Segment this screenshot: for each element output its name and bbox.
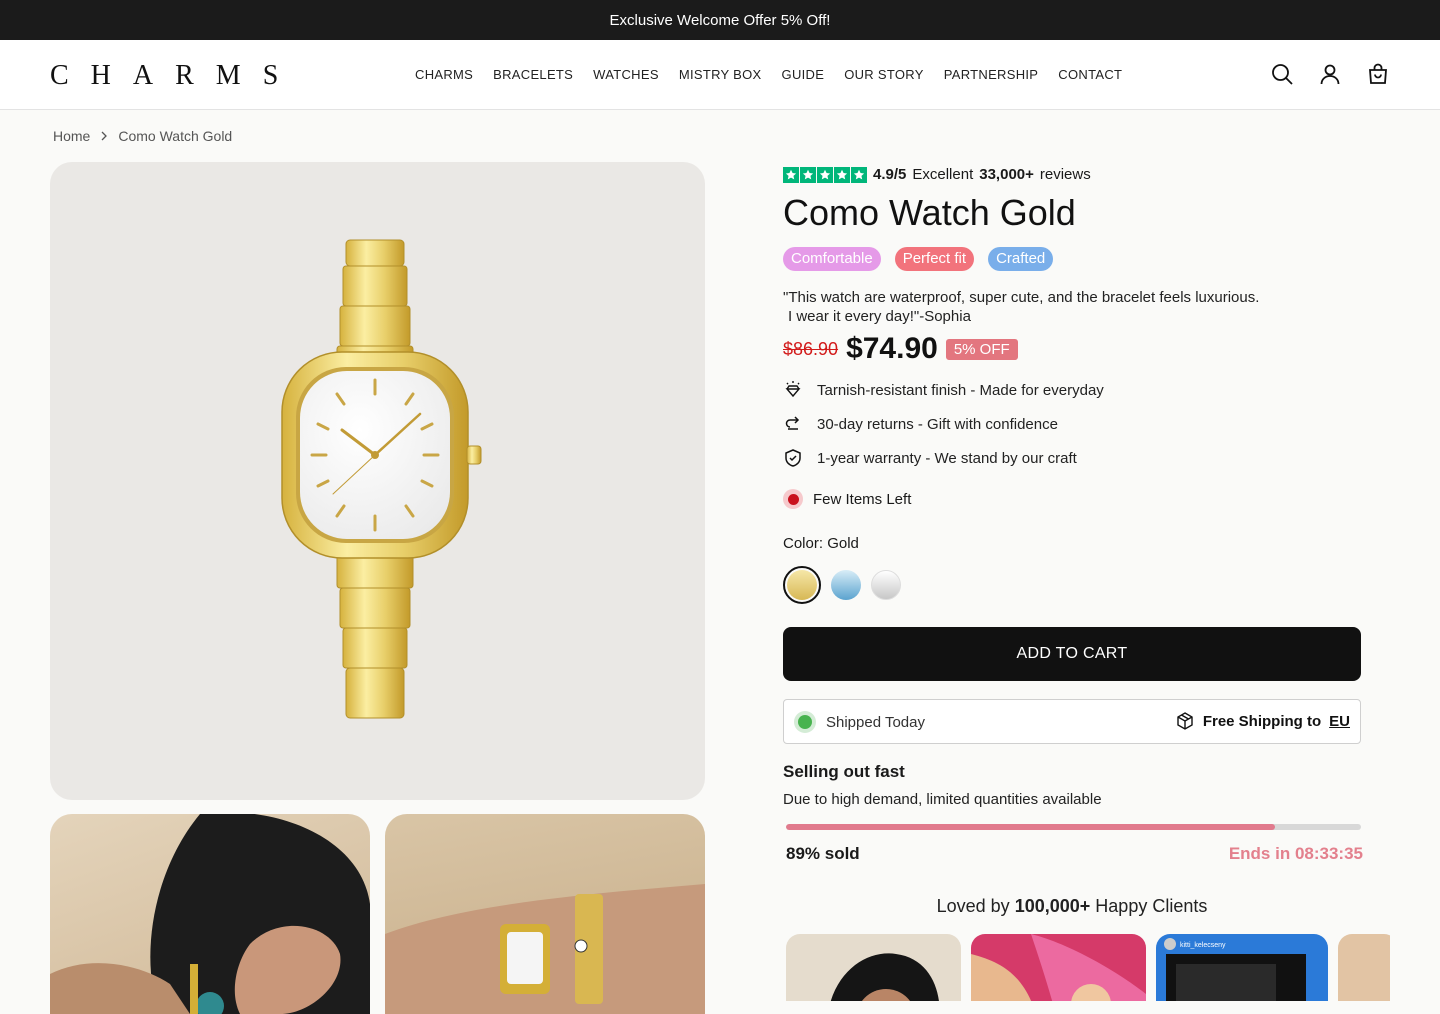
rating-label: Excellent <box>912 166 974 183</box>
price-block: $86.90 $74.90 5% OFF <box>783 332 1018 366</box>
nav-item-guide[interactable]: GUIDE <box>782 67 825 82</box>
feature-returns: 30-day returns - Gift with confidence <box>783 414 1058 434</box>
shipped-today: Shipped Today <box>794 711 925 733</box>
urgency-subtitle: Due to high demand, limited quantities a… <box>783 791 1102 808</box>
low-stock-dot-icon <box>783 489 803 509</box>
sold-percentage: 89% sold <box>786 844 860 863</box>
feature-warranty: 1-year warranty - We stand by our craft <box>783 448 1077 468</box>
customer-photo-carousel: kitti_kelecseny <box>786 934 1390 1001</box>
add-to-cart-button[interactable]: ADD TO CART <box>783 627 1361 681</box>
feature-text: 1-year warranty - We stand by our craft <box>817 449 1077 467</box>
sold-progress-fill <box>786 824 1275 830</box>
feature-tarnish: Tarnish-resistant finish - Made for ever… <box>783 380 1104 400</box>
shield-check-icon <box>785 449 801 467</box>
product-thumbnail[interactable] <box>50 814 370 1014</box>
announcement-bar: Exclusive Welcome Offer 5% Off! <box>0 0 1440 40</box>
nav-item-partnership[interactable]: PARTNERSHIP <box>944 67 1039 82</box>
customer-photo: kitti_kelecseny <box>1164 938 1306 1001</box>
loved-prefix: Loved by <box>936 896 1010 916</box>
model-wearing-watch-photo <box>50 814 370 1014</box>
free-shipping: Free Shipping to EU <box>1175 711 1350 731</box>
stock-status: Few Items Left <box>783 489 911 509</box>
customer-photo-card[interactable]: kitti_kelecseny <box>1156 934 1328 1001</box>
social-proof-heading: Loved by 100,000+ Happy Clients <box>783 896 1361 917</box>
site-header: CHARMS CHARMS BRACELETS WATCHES MISTRY B… <box>0 40 1440 110</box>
gold-watch-illustration <box>281 239 482 719</box>
customer-photo <box>830 953 939 1001</box>
customer-photo-card[interactable] <box>786 934 961 1001</box>
rating-summary[interactable]: 4.9/5 Excellent 33,000+ reviews <box>783 166 1091 183</box>
trustpilot-stars <box>783 166 867 183</box>
shipping-region-link[interactable]: EU <box>1329 713 1350 730</box>
quote-line-2: I wear it every day!"-Sophia <box>788 308 971 325</box>
tag-comfortable: Comfortable <box>783 247 881 271</box>
main-nav: CHARMS BRACELETS WATCHES MISTRY BOX GUID… <box>415 67 1122 82</box>
sale-price: $74.90 <box>846 332 938 365</box>
rating-suffix: reviews <box>1039 166 1091 183</box>
star-icon <box>783 166 799 183</box>
nav-item-charms[interactable]: CHARMS <box>415 67 473 82</box>
customer-photo-card[interactable] <box>971 934 1146 1001</box>
customer-quote: "This watch are waterproof, super cute, … <box>783 288 1303 326</box>
nav-item-watches[interactable]: WATCHES <box>593 67 659 82</box>
customer-photo <box>971 934 1146 1001</box>
stock-text: Few Items Left <box>813 490 912 508</box>
swatch-blue[interactable] <box>831 570 861 600</box>
color-label-value: Gold <box>827 535 859 552</box>
search-icon[interactable] <box>1270 62 1294 86</box>
swatch-gold[interactable] <box>783 566 821 604</box>
product-thumbnail[interactable] <box>385 814 705 1014</box>
product-main-image[interactable] <box>50 162 705 800</box>
brand-logo[interactable]: CHARMS <box>50 60 300 92</box>
swatch-silver[interactable] <box>871 570 901 600</box>
free-shipping-text: Free Shipping to <box>1202 712 1322 730</box>
review-username: kitti_kelecseny <box>1180 942 1226 949</box>
sold-progress-bar <box>786 824 1361 830</box>
shipping-info: Shipped Today Free Shipping to EU <box>783 699 1361 744</box>
breadcrumb-home[interactable]: Home <box>53 128 90 144</box>
header-actions <box>1270 62 1390 86</box>
breadcrumb-current: Como Watch Gold <box>118 128 233 144</box>
rating-count: 33,000+ <box>979 166 1034 183</box>
loved-suffix: Happy Clients <box>1095 896 1208 916</box>
star-icon <box>817 166 833 183</box>
status-dot-icon <box>794 711 816 733</box>
nav-item-bracelets[interactable]: BRACELETS <box>493 67 573 82</box>
star-icon <box>851 166 867 183</box>
cart-bag-icon[interactable] <box>1366 62 1390 86</box>
customer-photo-card[interactable] <box>1338 934 1390 1001</box>
star-icon <box>800 166 816 183</box>
quote-line-1: "This watch are waterproof, super cute, … <box>783 289 1260 306</box>
loved-count: 100,000+ <box>1014 896 1091 916</box>
tag-crafted: Crafted <box>988 247 1054 271</box>
chevron-right-icon <box>101 131 108 141</box>
feature-text: Tarnish-resistant finish - Made for ever… <box>817 381 1104 399</box>
tag-perfect-fit: Perfect fit <box>894 247 975 271</box>
product-title: Como Watch Gold <box>783 192 1076 233</box>
nav-item-our-story[interactable]: OUR STORY <box>844 67 924 82</box>
announcement-text: Exclusive Welcome Offer 5% Off! <box>609 11 831 29</box>
diamond-sparkle-icon <box>785 381 801 398</box>
color-label-prefix: Color: <box>783 535 824 552</box>
star-icon <box>834 166 850 183</box>
return-arrow-icon <box>785 416 800 430</box>
rating-score: 4.9/5 <box>873 166 907 183</box>
color-selector-label: Color: Gold <box>783 535 859 552</box>
nav-item-mistry-box[interactable]: MISTRY BOX <box>679 67 762 82</box>
shipped-today-text: Shipped Today <box>826 713 925 731</box>
package-box-icon <box>1177 712 1193 730</box>
nav-item-contact[interactable]: CONTACT <box>1058 67 1122 82</box>
original-price: $86.90 <box>783 338 839 359</box>
breadcrumb: Home Como Watch Gold <box>53 128 232 144</box>
discount-badge: 5% OFF <box>945 338 1018 360</box>
product-tags: Comfortable Perfect fit Crafted <box>783 247 1054 271</box>
wrist-with-watch-photo <box>385 884 705 1014</box>
feature-text: 30-day returns - Gift with confidence <box>817 415 1058 433</box>
countdown-timer: Ends in 08:33:35 <box>1228 844 1363 863</box>
color-swatches <box>783 566 901 604</box>
account-icon[interactable] <box>1318 62 1342 86</box>
urgency-title: Selling out fast <box>783 762 905 781</box>
